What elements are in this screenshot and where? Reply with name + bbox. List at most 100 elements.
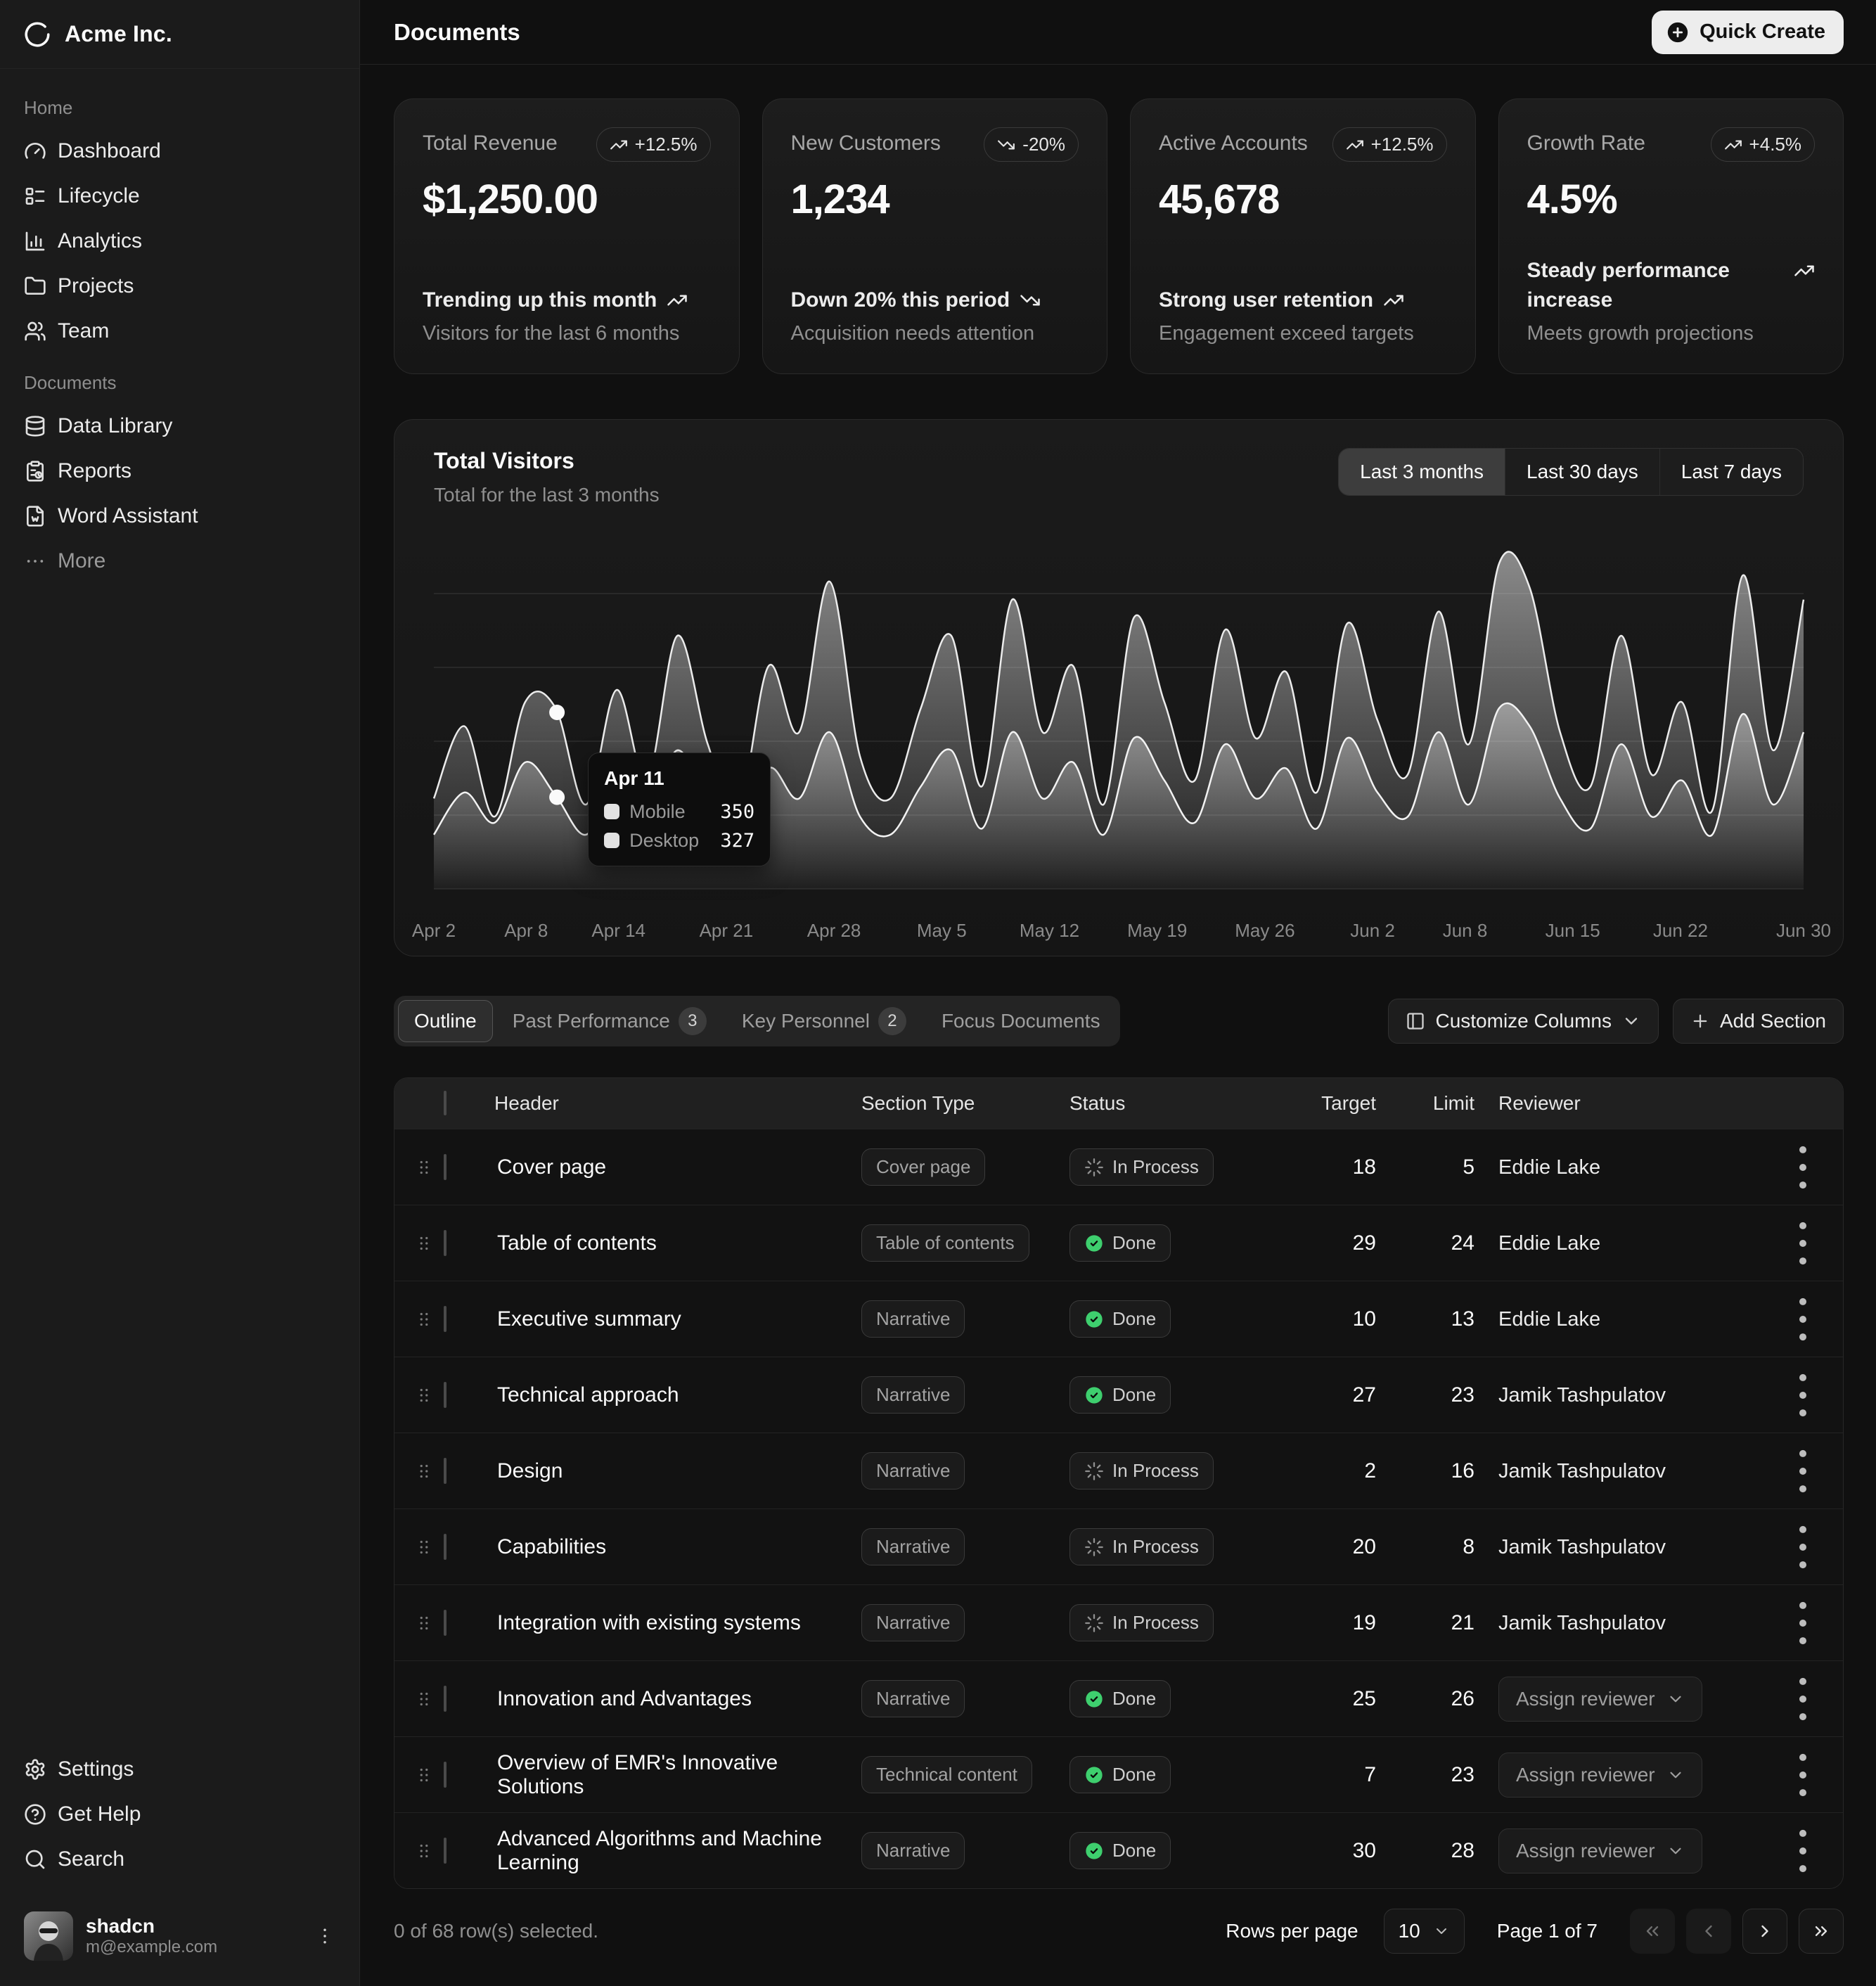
row-header: Table of contents (494, 1231, 861, 1255)
range-tab-last-3-months[interactable]: Last 3 months (1339, 449, 1505, 495)
sidebar-item-projects[interactable]: Projects (17, 264, 342, 309)
brand-header[interactable]: Acme Inc. (0, 0, 359, 69)
chart-area: Apr 2Apr 8Apr 14Apr 21Apr 28May 5May 12M… (434, 530, 1804, 952)
tab-count-badge: 3 (679, 1007, 707, 1035)
range-tab-last-7-days[interactable]: Last 7 days (1659, 449, 1803, 495)
col-limit: Limit (1400, 1092, 1498, 1115)
ellipsis-vertical-icon[interactable] (314, 1926, 335, 1947)
sidebar-item-label: Search (58, 1847, 124, 1871)
sidebar-item-team[interactable]: Team (17, 309, 342, 354)
sidebar-item-reports[interactable]: Reports (17, 449, 342, 494)
trending-up-icon (1794, 260, 1815, 281)
sidebar-item-analytics[interactable]: Analytics (17, 219, 342, 264)
row-menu-icon[interactable] (1773, 1745, 1833, 1805)
row-menu-icon[interactable] (1773, 1669, 1833, 1729)
sidebar-item-lifecycle[interactable]: Lifecycle (17, 174, 342, 219)
first-page-button[interactable] (1630, 1909, 1675, 1954)
pagination (1630, 1909, 1844, 1954)
drag-handle-icon[interactable] (413, 1309, 435, 1330)
row-checkbox[interactable] (444, 1610, 446, 1636)
sidebar-item-data-library[interactable]: Data Library (17, 404, 342, 449)
tab-outline[interactable]: Outline (398, 1000, 493, 1042)
assign-reviewer-select[interactable]: Assign reviewer (1498, 1753, 1702, 1798)
tab-key-personnel[interactable]: Key Personnel2 (726, 1000, 922, 1042)
stat-footnote: Down 20% this period (791, 286, 1010, 315)
loader-icon (1084, 1537, 1104, 1557)
row-checkbox[interactable] (444, 1762, 446, 1788)
row-menu-icon[interactable] (1773, 1137, 1833, 1198)
stat-title: New Customers (791, 127, 941, 155)
trend-badge: +4.5% (1711, 127, 1815, 162)
row-checkbox[interactable] (444, 1154, 446, 1180)
next-page-button[interactable] (1742, 1909, 1787, 1954)
user-menu[interactable]: shadcn m@example.com (17, 1906, 342, 1966)
sidebar-item-dashboard[interactable]: Dashboard (17, 129, 342, 174)
svg-text:Jun 15: Jun 15 (1546, 920, 1600, 941)
add-section-button[interactable]: Add Section (1673, 999, 1844, 1044)
chevron-down-icon (1621, 1011, 1641, 1031)
row-menu-icon[interactable] (1773, 1517, 1833, 1577)
tab-past-performance[interactable]: Past Performance3 (497, 1000, 722, 1042)
row-header: Design (494, 1459, 861, 1483)
row-checkbox[interactable] (444, 1838, 446, 1864)
row-menu-icon[interactable] (1773, 1593, 1833, 1653)
range-tab-last-30-days[interactable]: Last 30 days (1505, 449, 1659, 495)
row-menu-icon[interactable] (1773, 1821, 1833, 1881)
sidebar-item-more[interactable]: More (17, 539, 342, 584)
assign-reviewer-select[interactable]: Assign reviewer (1498, 1677, 1702, 1722)
drag-handle-icon[interactable] (413, 1689, 435, 1710)
loader-icon (1084, 1461, 1104, 1481)
drag-handle-icon[interactable] (413, 1233, 435, 1254)
previous-page-button[interactable] (1686, 1909, 1731, 1954)
row-checkbox[interactable] (444, 1230, 446, 1256)
trending-up-icon (610, 136, 628, 154)
row-header: Cover page (494, 1155, 861, 1179)
sidebar-item-search[interactable]: Search (17, 1837, 342, 1882)
row-header: Technical approach (494, 1383, 861, 1407)
row-menu-icon[interactable] (1773, 1441, 1833, 1501)
sidebar-item-word-assistant[interactable]: Word Assistant (17, 494, 342, 539)
customize-columns-button[interactable]: Customize Columns (1388, 999, 1659, 1044)
chevron-down-icon (1666, 1690, 1685, 1708)
row-checkbox[interactable] (444, 1534, 446, 1560)
drag-handle-icon[interactable] (413, 1613, 435, 1634)
row-checkbox[interactable] (444, 1382, 446, 1408)
section-tabs-row: OutlinePast Performance3Key Personnel2Fo… (394, 996, 1844, 1046)
row-checkbox[interactable] (444, 1458, 446, 1484)
row-checkbox[interactable] (444, 1686, 446, 1712)
tooltip-row: Mobile350 (604, 801, 754, 823)
drag-handle-icon[interactable] (413, 1764, 435, 1786)
row-checkbox[interactable] (444, 1306, 446, 1332)
status-badge: Done (1069, 1832, 1171, 1869)
sidebar-item-settings[interactable]: Settings (17, 1747, 342, 1792)
sidebar-nav: HomeDashboardLifecycleAnalyticsProjectsT… (0, 69, 359, 1747)
rows-per-page-select[interactable]: 10 (1384, 1909, 1465, 1954)
drag-handle-icon[interactable] (413, 1385, 435, 1406)
row-menu-icon[interactable] (1773, 1213, 1833, 1274)
assign-reviewer-select[interactable]: Assign reviewer (1498, 1828, 1702, 1873)
check-circle-icon (1084, 1385, 1104, 1405)
trending-up-icon (1383, 290, 1404, 311)
trending-up-icon (667, 290, 688, 311)
table-row: Overview of EMR's Innovative SolutionsTe… (394, 1736, 1843, 1812)
section-type-badge: Narrative (861, 1680, 965, 1717)
reviewer-name: Jamik Tashpulatov (1498, 1460, 1666, 1482)
last-page-button[interactable] (1799, 1909, 1844, 1954)
drag-handle-icon[interactable] (413, 1537, 435, 1558)
drag-handle-icon[interactable] (413, 1461, 435, 1482)
row-menu-icon[interactable] (1773, 1289, 1833, 1350)
tab-focus-documents[interactable]: Focus Documents (926, 1000, 1116, 1042)
check-circle-icon (1084, 1234, 1104, 1253)
svg-text:Jun 22: Jun 22 (1653, 920, 1708, 941)
drag-handle-icon[interactable] (413, 1157, 435, 1178)
section-type-badge: Narrative (861, 1832, 965, 1869)
quick-create-button[interactable]: Quick Create (1652, 11, 1844, 54)
drag-handle-icon[interactable] (413, 1840, 435, 1862)
help-circle-icon (24, 1803, 46, 1826)
main-area: Documents Quick Create Total Revenue+12.… (360, 0, 1876, 1986)
status-badge: In Process (1069, 1148, 1214, 1186)
sidebar-item-label: Projects (58, 274, 134, 298)
sidebar-item-get-help[interactable]: Get Help (17, 1792, 342, 1837)
row-menu-icon[interactable] (1773, 1365, 1833, 1426)
select-all-checkbox[interactable] (444, 1091, 446, 1115)
